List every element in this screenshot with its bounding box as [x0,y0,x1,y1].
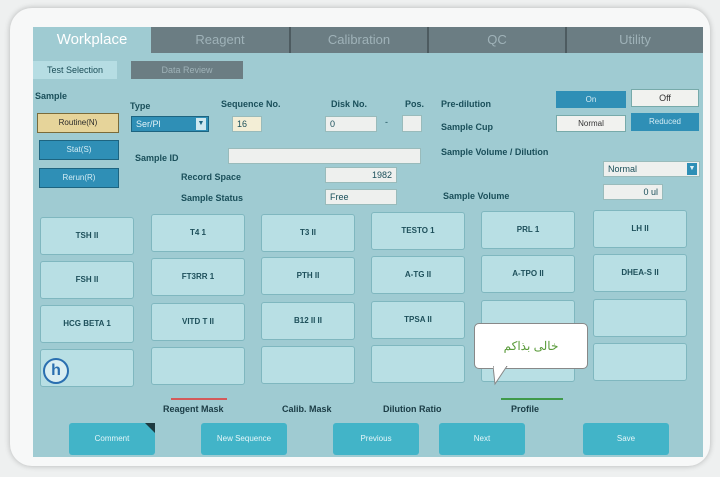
test-button[interactable]: TESTO 1 [371,212,465,250]
sequence-label: Sequence No. [221,99,281,109]
sample-cup-reduced-button[interactable]: Reduced [631,113,699,131]
tab-workplace[interactable]: Workplace [33,27,151,57]
routine-button[interactable]: Routine(N) [37,113,119,133]
disk-label: Disk No. [331,99,368,109]
tab-utility[interactable]: Utility [567,27,703,53]
predilution-label: Pre-dilution [441,99,491,109]
test-button[interactable]: PTH II [261,257,355,295]
volume-dilution-label: Sample Volume / Dilution [441,147,549,157]
sample-status-value: Free [325,189,397,205]
test-button[interactable]: TSH II [40,217,134,255]
test-button[interactable]: FSH II [40,261,134,299]
tooltip: خالی بذاکم [474,323,588,369]
chevron-down-icon: ▼ [196,118,206,130]
test-button[interactable]: T4 1 [151,214,245,252]
sample-id-label: Sample ID [135,153,179,163]
profile-swatch [501,398,563,400]
test-button[interactable]: VITD T II [151,303,245,341]
predilution-off-button[interactable]: Off [631,89,699,107]
legend-profile: Profile [511,404,540,414]
volume-dilution-value: Normal [608,164,638,174]
stat-button[interactable]: Stat(S) [39,140,119,160]
test-button[interactable]: T3 II [261,214,355,252]
previous-button[interactable]: Previous [333,423,419,455]
subtab-data-review[interactable]: Data Review [131,61,243,79]
test-button[interactable] [593,343,687,381]
new-sequence-button[interactable]: New Sequence [201,423,287,455]
screen: Workplace Reagent Calibration QC Utility… [33,27,703,457]
test-button[interactable]: HCG BETA 1 [40,305,134,343]
predilution-on-button[interactable]: On [556,91,626,108]
record-space-label: Record Space [181,172,242,182]
test-button[interactable]: DHEA-S II [593,254,687,292]
main-tabs: Workplace Reagent Calibration QC Utility [33,27,703,57]
sample-label: Sample [35,91,68,101]
pos-label: Pos. [405,99,425,109]
comment-button[interactable]: Comment [69,423,155,455]
record-space-value: 1982 [325,167,397,183]
next-button[interactable]: Next [439,423,525,455]
test-button[interactable]: B12 II II [261,302,355,340]
legend-reagent-mask: Reagent Mask [163,404,224,414]
type-select[interactable]: Ser/Pl ▼ [131,116,209,132]
tab-calibration[interactable]: Calibration [291,27,429,53]
sample-cup-label: Sample Cup [441,122,494,132]
test-button[interactable]: A-TPO II [481,255,575,293]
reagent-mask-swatch [171,398,227,400]
test-button[interactable]: PRL 1 [481,211,575,249]
sub-tabs: Test Selection Data Review [33,59,703,79]
disk-separator: - [385,117,388,127]
corner-flag-icon [145,423,155,433]
test-button[interactable]: TPSA II [371,301,465,339]
test-button[interactable] [261,346,355,384]
sample-cup-normal-button[interactable]: Normal [556,115,626,132]
rerun-button[interactable]: Rerun(R) [39,168,119,188]
tab-qc[interactable]: QC [429,27,567,53]
legend-calib-mask: Calib. Mask [282,404,332,414]
help-icon[interactable]: h [43,358,69,384]
disk-input[interactable]: 0 [325,116,377,132]
sample-id-input[interactable] [228,148,421,164]
subtab-test-selection[interactable]: Test Selection [33,61,117,79]
test-button[interactable] [371,345,465,383]
sample-volume-label: Sample Volume [443,191,510,201]
test-button[interactable]: LH II [593,210,687,248]
pos-input[interactable] [402,115,422,132]
sequence-input[interactable]: 16 [232,116,262,132]
tooltip-tail-icon [493,366,508,386]
test-button[interactable]: A-TG II [371,256,465,294]
test-button[interactable] [593,299,687,337]
save-button[interactable]: Save [583,423,669,455]
legend-dilution-ratio: Dilution Ratio [383,404,442,414]
test-button[interactable] [151,347,245,385]
sample-status-label: Sample Status [181,193,244,203]
sample-volume-value: 0 ul [603,184,663,200]
test-button[interactable]: FT3RR 1 [151,258,245,296]
comment-button-label: Comment [94,434,130,443]
volume-dilution-select[interactable]: Normal ▼ [603,161,700,177]
type-label: Type [130,101,151,111]
tab-reagent[interactable]: Reagent [151,27,291,53]
type-value: Ser/Pl [136,119,161,129]
chevron-down-icon: ▼ [687,163,697,175]
sample-volume-number: 0 [643,187,649,197]
sample-volume-unit: ul [650,187,658,197]
